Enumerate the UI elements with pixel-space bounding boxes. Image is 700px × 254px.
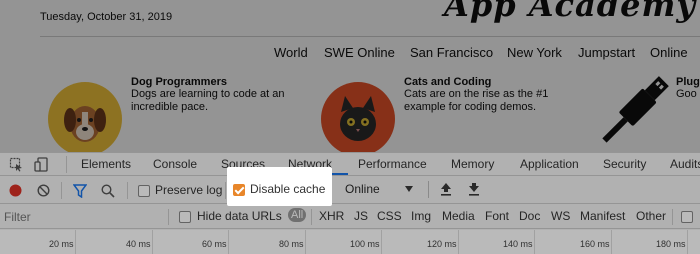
web-page: Tuesday, October 31, 2019 App Academy Wo… — [0, 0, 700, 152]
type-filter-manifest[interactable]: Manifest — [580, 209, 625, 223]
toolbar-divider — [225, 182, 226, 199]
timeline-tick: 40 ms — [126, 239, 151, 249]
hide-data-urls-checkbox[interactable] — [179, 211, 191, 223]
tab-performance[interactable]: Performance — [358, 157, 427, 171]
type-filter-img[interactable]: Img — [411, 209, 431, 223]
story-title-cat[interactable]: Cats and Coding — [404, 76, 491, 88]
tab-elements[interactable]: Elements — [81, 157, 131, 171]
record-icon[interactable] — [9, 184, 22, 197]
story-text-cat: Cats are on the rise as the #1 example f… — [404, 88, 549, 113]
cat-image — [321, 82, 395, 152]
export-har-icon[interactable] — [468, 182, 480, 196]
tick-line — [75, 230, 76, 254]
preserve-log-checkbox[interactable] — [138, 185, 150, 197]
cat-icon — [340, 96, 376, 141]
timeline-tick: 160 ms — [580, 239, 610, 249]
devtools-panel: Elements Console Sources Network Perform… — [0, 152, 700, 254]
nav-link-san-francisco[interactable]: San Francisco — [410, 45, 493, 60]
disable-cache-checkbox[interactable] — [233, 184, 245, 196]
devtools-tab-bar: Elements Console Sources Network Perform… — [0, 153, 700, 176]
clear-icon[interactable] — [37, 184, 50, 197]
throttling-select[interactable]: Online — [345, 182, 380, 196]
search-icon[interactable] — [101, 184, 115, 198]
dog-image — [48, 82, 122, 152]
type-filter-doc[interactable]: Doc — [519, 209, 540, 223]
type-filter-xhr[interactable]: XHR — [319, 209, 344, 223]
toolbar-divider — [61, 182, 62, 199]
inspect-element-icon[interactable] — [9, 157, 24, 172]
tick-line — [305, 230, 306, 254]
tick-line — [381, 230, 382, 254]
masthead-title: App Academy — [444, 0, 696, 24]
tab-memory[interactable]: Memory — [451, 157, 494, 171]
usb-plug-icon — [602, 76, 669, 143]
preserve-log-label[interactable]: Preserve log — [155, 183, 222, 197]
timeline-tick: 60 ms — [202, 239, 227, 249]
type-filter-font[interactable]: Font — [485, 209, 509, 223]
nav-link-world[interactable]: World — [274, 45, 308, 60]
timeline-tick: 100 ms — [350, 239, 380, 249]
story-title-plug[interactable]: Plug — [676, 76, 700, 88]
disable-cache-label[interactable]: Disable cache — [250, 182, 325, 196]
filter-divider — [168, 209, 169, 225]
tab-audits[interactable]: Audits — [670, 157, 700, 171]
tick-line — [458, 230, 459, 254]
timeline-tick: 180 ms — [656, 239, 686, 249]
tick-line — [228, 230, 229, 254]
device-toolbar-icon[interactable] — [34, 157, 50, 172]
dog-icon — [64, 106, 106, 142]
type-filter-all[interactable]: All — [288, 208, 307, 222]
type-filter-js[interactable]: JS — [354, 209, 368, 223]
filter-icon[interactable] — [73, 184, 87, 198]
nav-link-jumpstart[interactable]: Jumpstart — [578, 45, 635, 60]
tab-application[interactable]: Application — [520, 157, 579, 171]
nav-link-online[interactable]: Online — [650, 45, 688, 60]
tab-divider — [66, 156, 67, 173]
type-filter-other[interactable]: Other — [636, 209, 666, 223]
import-har-icon[interactable] — [440, 182, 452, 196]
nav-link-new-york[interactable]: New York — [507, 45, 562, 60]
timeline-tick: 140 ms — [503, 239, 533, 249]
tick-line — [152, 230, 153, 254]
chevron-down-icon[interactable] — [404, 185, 414, 193]
toolbar-divider — [127, 182, 128, 199]
timeline-tick: 20 ms — [49, 239, 74, 249]
type-filter-css[interactable]: CSS — [377, 209, 402, 223]
story-text-dog: Dogs are learning to code at an incredib… — [131, 88, 285, 113]
timeline-tick: 80 ms — [279, 239, 304, 249]
tick-line — [611, 230, 612, 254]
tab-console[interactable]: Console — [153, 157, 197, 171]
timeline-tick: 120 ms — [427, 239, 457, 249]
type-filter-media[interactable]: Media — [442, 209, 475, 223]
hide-data-urls-label[interactable]: Hide data URLs — [197, 209, 282, 223]
header-divider — [40, 36, 700, 37]
nav-link-swe-online[interactable]: SWE Online — [324, 45, 395, 60]
tick-line — [534, 230, 535, 254]
filter-input[interactable] — [4, 208, 164, 226]
tick-line — [687, 230, 688, 254]
type-filter-ws[interactable]: WS — [551, 209, 570, 223]
story-title-dog[interactable]: Dog Programmers — [131, 76, 227, 88]
page-date: Tuesday, October 31, 2019 — [40, 11, 173, 23]
filter-divider — [672, 209, 673, 225]
tab-security[interactable]: Security — [603, 157, 646, 171]
story-text-plug: Goo — [676, 88, 697, 100]
filter-bar: Hide data URLs All XHR JS CSS Img Media … — [0, 205, 700, 229]
toolbar-divider — [428, 181, 429, 198]
filter-divider — [311, 209, 312, 225]
blocked-requests-checkbox[interactable] — [681, 211, 693, 223]
